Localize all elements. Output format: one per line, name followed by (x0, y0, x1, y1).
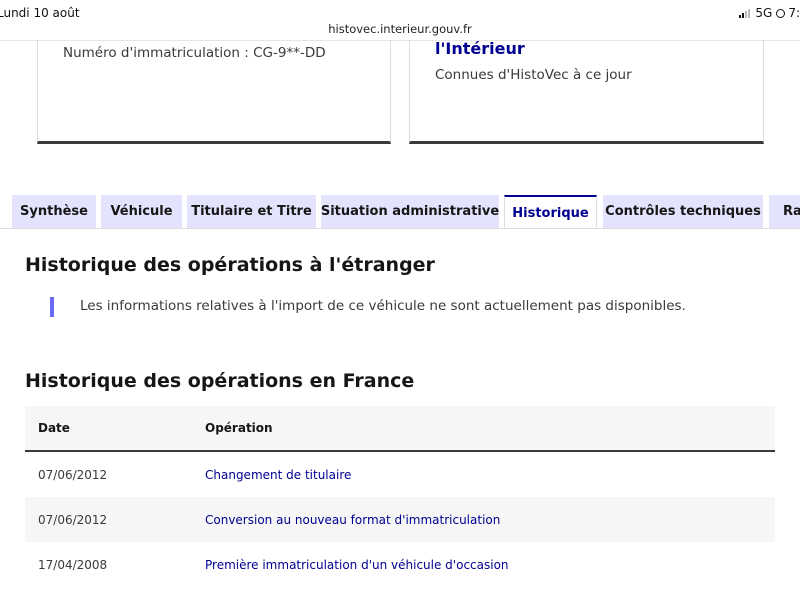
row-operation[interactable]: Première immatriculation d'un véhicule d… (205, 542, 509, 587)
table-row: 07/06/2012 Conversion au nouveau format … (25, 497, 775, 542)
rotation-lock-icon (776, 8, 786, 18)
status-date: Lundi 10 août (0, 6, 80, 20)
address-bar[interactable]: histovec.interieur.gouv.fr (0, 22, 800, 36)
cellular-signal-icon (739, 8, 751, 18)
tabs-divider (0, 228, 800, 229)
table-row: 17/04/2008 Première immatriculation d'un… (25, 542, 775, 587)
tab-historique[interactable]: Historique (504, 195, 597, 229)
tab-controles-techniques[interactable]: Contrôles techniques (603, 195, 763, 228)
table-header: Date Opération (25, 406, 775, 452)
row-date: 07/06/2012 (38, 467, 108, 482)
france-history-heading: Historique des opérations en France (25, 370, 415, 392)
registration-card: Numéro d'immatriculation : CG-9**-DD (37, 40, 391, 144)
status-indicators: 5G 7: (739, 6, 800, 20)
table-row: 07/06/2012 Changement de titulaire (25, 452, 775, 497)
row-date: 17/04/2008 (38, 557, 108, 572)
known-data-card: l'Intérieur Connues d'HistoVec à ce jour (409, 39, 764, 144)
import-notice: Les informations relatives à l'import de… (80, 298, 686, 314)
column-header-operation: Opération (205, 421, 273, 435)
tab-vehicule[interactable]: Véhicule (101, 195, 182, 228)
tab-synthese[interactable]: Synthèse (12, 195, 96, 228)
tab-partial[interactable]: Ra (769, 195, 800, 228)
column-header-date: Date (38, 421, 70, 435)
notice-accent-bar (50, 297, 54, 317)
tab-titulaire-titre[interactable]: Titulaire et Titre (187, 195, 316, 228)
card-subtitle: Connues d'HistoVec à ce jour (435, 67, 632, 83)
tab-bar: Synthèse Véhicule Titulaire et Titre Sit… (0, 195, 800, 229)
foreign-history-heading: Historique des opérations à l'étranger (25, 254, 435, 276)
status-time: 7: (788, 6, 800, 20)
row-date: 07/06/2012 (38, 512, 108, 527)
operations-table: Date Opération 07/06/2012 Changement de … (25, 406, 775, 587)
status-bar: Lundi 10 août 5G 7: (0, 0, 800, 22)
row-operation[interactable]: Conversion au nouveau format d'immatricu… (205, 497, 500, 542)
card-title: l'Intérieur (435, 39, 525, 58)
tab-situation-administrative[interactable]: Situation administrative (321, 195, 499, 228)
network-type: 5G (755, 6, 773, 20)
registration-number: Numéro d'immatriculation : CG-9**-DD (63, 45, 326, 61)
row-operation[interactable]: Changement de titulaire (205, 452, 351, 497)
